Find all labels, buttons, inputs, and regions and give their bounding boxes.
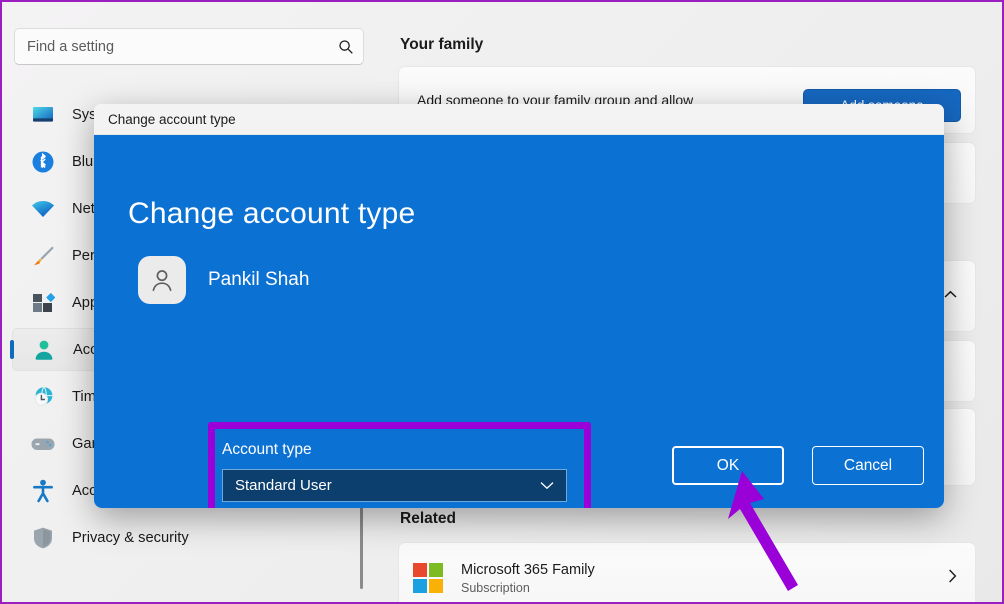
- related-item-title: Microsoft 365 Family: [461, 562, 948, 578]
- microsoft-logo-icon: [413, 563, 443, 593]
- related-section-title: Related: [400, 510, 456, 528]
- monitor-icon: [28, 102, 58, 128]
- search-icon[interactable]: [329, 39, 363, 55]
- brush-icon: [28, 243, 58, 269]
- accessibility-icon: [28, 478, 58, 504]
- apps-icon: [28, 290, 58, 316]
- account-type-dropdown[interactable]: Standard User: [222, 469, 567, 502]
- cancel-button[interactable]: Cancel: [812, 446, 924, 485]
- user-row: Pankil Shah: [138, 256, 309, 304]
- search-box[interactable]: [14, 28, 364, 65]
- clock-globe-icon: [28, 384, 58, 410]
- related-item-text: Microsoft 365 Family Subscription: [461, 562, 948, 595]
- person-avatar-icon: [138, 256, 186, 304]
- account-type-group: Account type Standard User: [222, 441, 572, 502]
- gamepad-icon: [28, 431, 58, 457]
- wifi-icon: [28, 196, 58, 222]
- screenshot-frame: System: [0, 0, 1004, 604]
- ok-button[interactable]: OK: [672, 446, 784, 485]
- shield-icon: [28, 525, 58, 551]
- account-type-label: Account type: [222, 441, 572, 459]
- related-item-microsoft-365[interactable]: Microsoft 365 Family Subscription: [398, 542, 976, 604]
- chevron-up-icon[interactable]: [944, 287, 957, 302]
- dialog-button-row: OK Cancel: [672, 446, 924, 485]
- dialog-body: Change account type Pankil Shah Account …: [94, 135, 944, 508]
- related-item-subtitle: Subscription: [461, 581, 948, 595]
- person-icon: [29, 337, 59, 363]
- change-account-type-dialog: Change account type Change account type …: [94, 104, 944, 508]
- search-input[interactable]: [15, 39, 329, 55]
- chevron-right-icon[interactable]: [948, 569, 961, 587]
- dialog-titlebar[interactable]: Change account type: [94, 104, 944, 135]
- account-type-selected-value: Standard User: [235, 477, 332, 494]
- user-name: Pankil Shah: [208, 269, 309, 291]
- sidebar-item-privacy-security[interactable]: Privacy & security: [12, 516, 354, 559]
- sidebar-item-label: Privacy & security: [72, 530, 189, 546]
- page-title: Your family: [400, 36, 483, 54]
- dialog-heading: Change account type: [128, 197, 415, 231]
- chevron-down-icon[interactable]: [540, 477, 554, 495]
- dialog-titlebar-title: Change account type: [108, 112, 236, 127]
- bluetooth-icon: [28, 149, 58, 175]
- scrollbar-thumb[interactable]: [360, 507, 363, 589]
